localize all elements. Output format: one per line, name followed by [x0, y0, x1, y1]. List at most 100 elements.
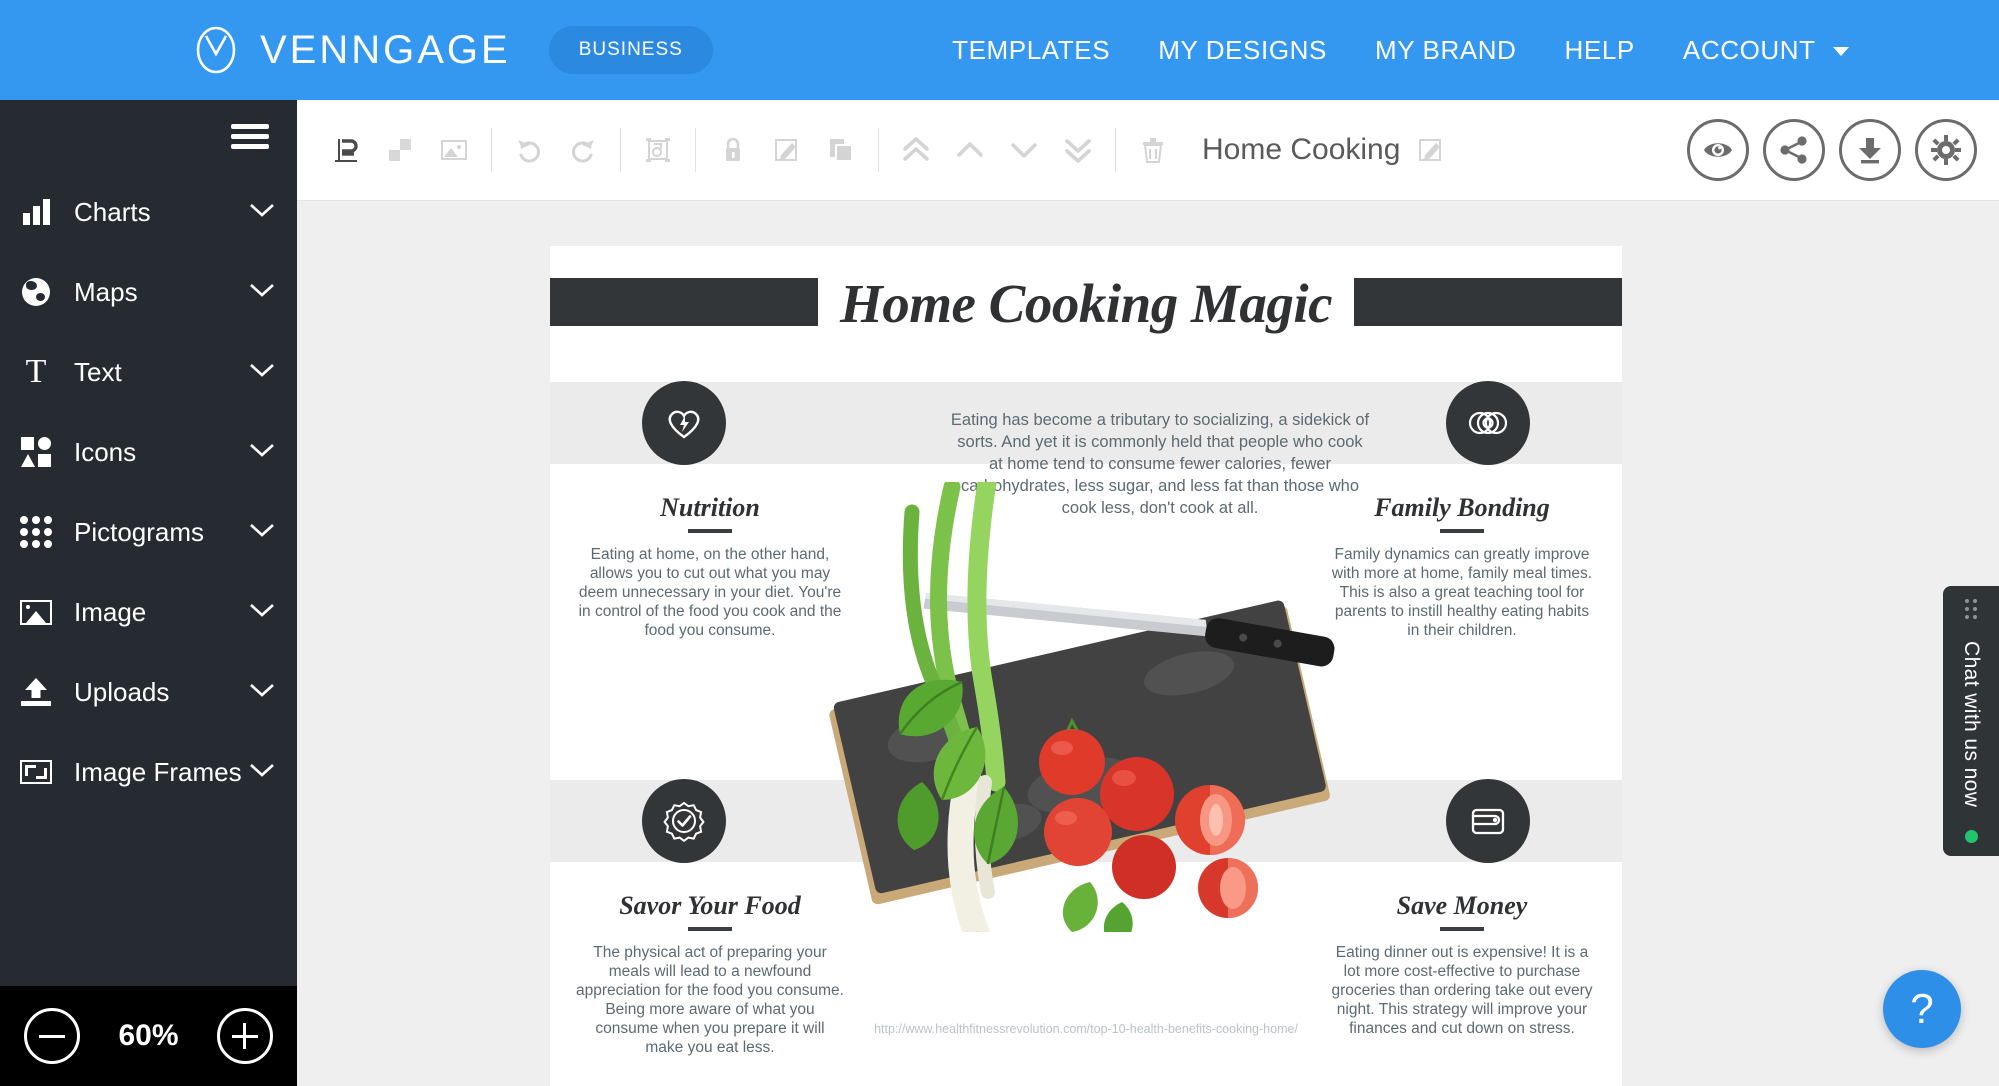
toolbar-divider [878, 128, 879, 172]
chat-widget-tab[interactable]: Chat with us now [1943, 586, 1999, 856]
picture-icon [14, 599, 58, 625]
brand-name-label: VENNGAGE [260, 27, 511, 72]
align-icon[interactable] [319, 123, 373, 177]
preview-button[interactable] [1687, 119, 1749, 181]
section-icon-family-bonding[interactable] [1446, 381, 1530, 465]
delete-icon[interactable] [1126, 123, 1180, 177]
zoom-control-bar: 60% [0, 986, 297, 1086]
canvas-area[interactable]: Home Cooking Magic Eating has become a t… [297, 201, 1999, 1086]
globe-icon [14, 278, 58, 306]
section-body-savor-your-food[interactable]: The physical act of preparing your meals… [576, 944, 844, 1057]
nav-item-account[interactable]: ACCOUNT [1683, 35, 1849, 66]
plan-badge[interactable]: BUSINESS [548, 26, 713, 74]
section-icon-savor-your-food[interactable] [642, 779, 726, 863]
toolbar-actions-group [1687, 119, 1977, 181]
sidebar-label-text: Text [74, 356, 122, 387]
section-title-nutrition[interactable]: Nutrition [576, 493, 844, 523]
nav-item-my-brand[interactable]: MY BRAND [1375, 35, 1517, 66]
download-icon [1859, 138, 1881, 164]
lock-icon[interactable] [706, 123, 760, 177]
bring-forward-icon[interactable] [943, 123, 997, 177]
share-icon [1780, 136, 1807, 164]
drag-grip-icon [1965, 599, 1977, 620]
sidebar-item-maps[interactable]: Maps [0, 252, 297, 332]
sidebar-item-charts[interactable]: Charts [0, 172, 297, 252]
download-button[interactable] [1839, 119, 1901, 181]
chat-status-indicator [1964, 829, 1978, 843]
sidebar-item-text[interactable]: T Text [0, 332, 297, 412]
section-rule [1440, 927, 1484, 931]
sidebar-label-image-frames: Image Frames [74, 756, 242, 787]
section-icon-nutrition[interactable] [642, 381, 726, 465]
send-backward-icon[interactable] [997, 123, 1051, 177]
toolbar-divider [491, 128, 492, 172]
section-title-family-bonding[interactable]: Family Bonding [1328, 493, 1596, 523]
infographic-page[interactable]: Home Cooking Magic Eating has become a t… [550, 246, 1622, 1086]
frame-icon [14, 760, 58, 784]
nav-item-help[interactable]: HELP [1565, 35, 1635, 66]
edit-title-icon[interactable] [1416, 135, 1446, 165]
crop-icon[interactable] [631, 123, 685, 177]
chevron-down-icon [1833, 47, 1849, 57]
check-seal-icon [663, 801, 705, 842]
section-body-family-bonding[interactable]: Family dynamics can greatly improve with… [1328, 546, 1596, 641]
image-icon[interactable] [427, 123, 481, 177]
bring-to-front-icon[interactable] [889, 123, 943, 177]
minus-icon [39, 1023, 66, 1049]
wallet-icon [1471, 808, 1505, 835]
section-title-save-money[interactable]: Save Money [1328, 891, 1596, 921]
sidebar-label-pictograms: Pictograms [74, 516, 205, 547]
chevron-down-icon [249, 442, 275, 463]
heart-bolt-icon [668, 410, 700, 439]
chevron-down-icon [249, 682, 275, 703]
section-body-nutrition[interactable]: Eating at home, on the other hand, allow… [576, 546, 844, 641]
settings-button[interactable] [1915, 119, 1977, 181]
help-button[interactable]: ? [1883, 970, 1961, 1048]
sidebar-item-image[interactable]: Image [0, 572, 297, 652]
toolbar-divider [620, 128, 621, 172]
zoom-in-button[interactable] [216, 1008, 273, 1064]
chevron-down-icon [249, 522, 275, 543]
nav-item-my-designs[interactable]: MY DESIGNS [1158, 35, 1327, 66]
zoom-out-button[interactable] [24, 1008, 81, 1064]
food-photo[interactable] [772, 472, 1412, 967]
sidebar-item-uploads[interactable]: Uploads [0, 652, 297, 732]
sidebar-collapse-button[interactable] [0, 100, 297, 172]
section-icon-save-money[interactable] [1446, 779, 1530, 863]
sidebar-item-icons[interactable]: Icons [0, 412, 297, 492]
duplicate-icon[interactable] [814, 123, 868, 177]
background-icon[interactable] [373, 123, 427, 177]
section-rule [1440, 529, 1484, 533]
sidebar-item-pictograms[interactable]: Pictograms [0, 492, 297, 572]
sidebar-label-maps: Maps [74, 276, 138, 307]
toolbar-divider [1115, 128, 1116, 172]
share-button[interactable] [1763, 119, 1825, 181]
brand-logo-group[interactable]: VENNGAGE [190, 24, 511, 76]
section-title-savor-your-food[interactable]: Savor Your Food [576, 891, 844, 921]
nav-item-account-label: ACCOUNT [1682, 34, 1816, 65]
upload-icon [14, 678, 58, 706]
text-icon: T [25, 353, 47, 390]
nav-item-templates[interactable]: TEMPLATES [952, 35, 1110, 66]
hamburger-icon [231, 119, 269, 154]
infographic-title[interactable]: Home Cooking Magic [550, 272, 1622, 335]
section-body-save-money[interactable]: Eating dinner out is expensive! It is a … [1328, 944, 1596, 1039]
send-to-back-icon[interactable] [1051, 123, 1105, 177]
gear-icon [1931, 135, 1961, 165]
sidebar-label-image: Image [74, 596, 147, 627]
headline-row: Home Cooking Magic [550, 273, 1622, 346]
undo-icon[interactable] [502, 123, 556, 177]
redo-icon[interactable] [556, 123, 610, 177]
sidebar-item-image-frames[interactable]: Image Frames [0, 732, 297, 812]
chevron-down-icon [249, 202, 275, 223]
top-navigation-bar: VENNGAGE BUSINESS TEMPLATES MY DESIGNS M… [0, 0, 1999, 100]
chevron-down-icon [249, 762, 275, 783]
venngage-logo-icon [190, 24, 242, 76]
zoom-level-value: 60% [118, 1019, 179, 1052]
bar-chart-icon [14, 199, 58, 225]
nav-links-group: TEMPLATES MY DESIGNS MY BRAND HELP ACCOU… [952, 35, 1849, 66]
toolbar-divider [695, 128, 696, 172]
sidebar-label-uploads: Uploads [74, 676, 170, 707]
document-title[interactable]: Home Cooking [1202, 133, 1400, 167]
edit-icon[interactable] [760, 123, 814, 177]
